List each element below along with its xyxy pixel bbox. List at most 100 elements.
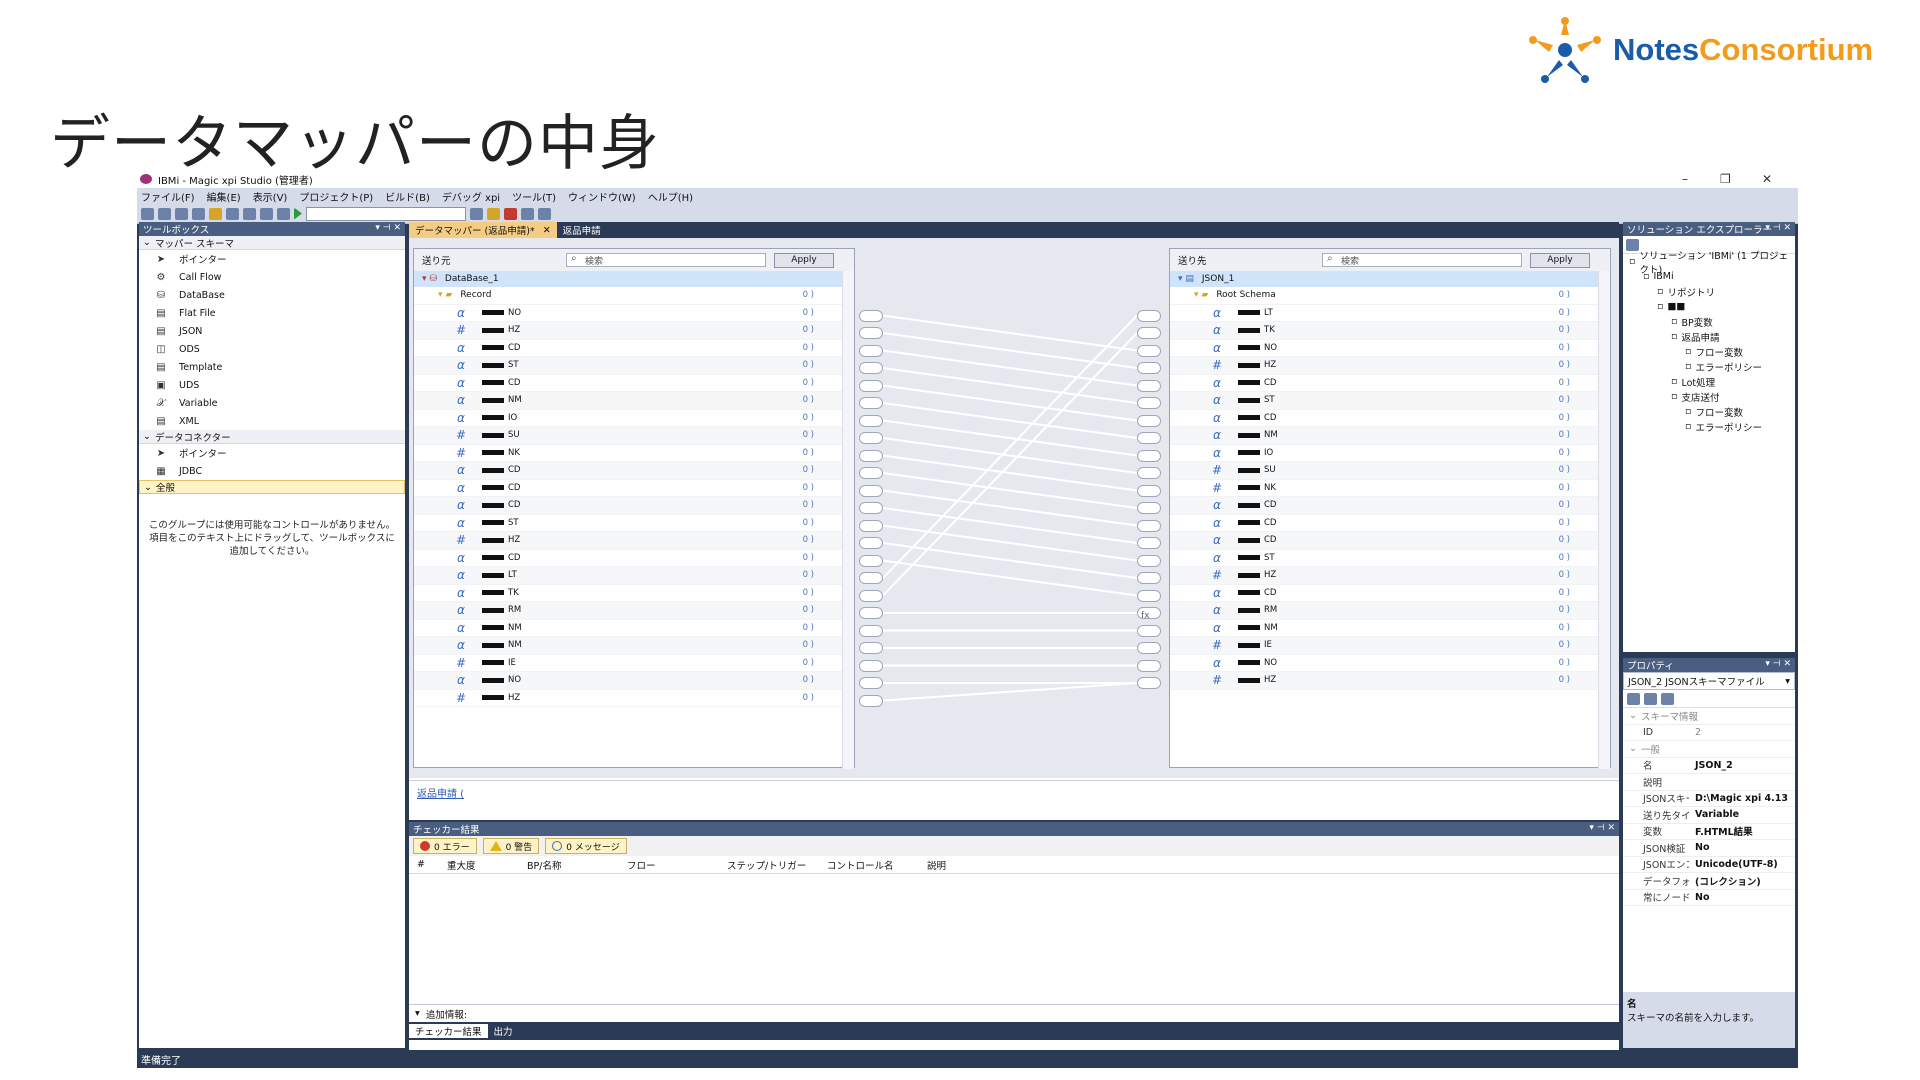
solution-tree-item[interactable]: ▫ エラーポリシー	[1623, 419, 1795, 434]
source-port[interactable]	[859, 467, 883, 479]
toolbox-item[interactable]: ▣ UDS	[139, 376, 405, 394]
target-port[interactable]	[1137, 642, 1161, 654]
field-row[interactable]: α CD 0 )	[414, 340, 854, 357]
solution-tree-item[interactable]: ▫ リポジトリ	[1623, 284, 1795, 299]
property-row[interactable]: JSON検証 No	[1623, 840, 1795, 857]
source-record-node[interactable]: ▾ ▰ Record 0 )	[414, 287, 854, 305]
source-port[interactable]	[859, 677, 883, 689]
find-icon[interactable]	[470, 207, 483, 220]
field-row[interactable]: # IE 0 )	[414, 655, 854, 672]
save-icon[interactable]	[175, 207, 188, 220]
field-row[interactable]: # IE 0 )	[1170, 637, 1610, 655]
close-button[interactable]: ✕	[1762, 172, 1772, 186]
menu-item[interactable]: ツール(T)	[512, 189, 556, 204]
field-row[interactable]: α NO 0 )	[1170, 655, 1610, 672]
toolbox-item[interactable]: ➤ ポインター	[139, 250, 405, 268]
menu-item[interactable]: 表示(V)	[253, 189, 288, 204]
source-port[interactable]	[859, 572, 883, 584]
undo-icon[interactable]	[260, 207, 273, 220]
field-row[interactable]: # NK 0 )	[1170, 480, 1610, 497]
toolbox-item[interactable]: ▤ XML	[139, 412, 405, 430]
source-port[interactable]	[859, 362, 883, 374]
target-port[interactable]	[1137, 677, 1161, 689]
field-row[interactable]: α TK 0 )	[1170, 322, 1610, 340]
target-port[interactable]	[1137, 309, 1161, 322]
mapping-link[interactable]	[882, 332, 1138, 369]
menu-item[interactable]: 編集(E)	[207, 189, 241, 204]
source-port[interactable]	[859, 607, 883, 619]
field-row[interactable]: # HZ 0 )	[414, 690, 854, 707]
field-row[interactable]: α NM 0 )	[1170, 427, 1610, 445]
target-port[interactable]	[1137, 397, 1161, 409]
menu-item[interactable]: ヘルプ(H)	[648, 189, 693, 204]
solution-tree-item[interactable]: ▫ 支店送付	[1623, 389, 1795, 404]
toolbox-item[interactable]: ⛁ DataBase	[139, 286, 405, 304]
property-value[interactable]: F.HTML結果	[1689, 824, 1795, 838]
prop-section-general[interactable]: ⌄ 一般	[1623, 741, 1795, 758]
field-row[interactable]: α NO 0 )	[1170, 340, 1610, 357]
menu-item[interactable]: ウィンドウ(W)	[568, 189, 636, 204]
mapping-link[interactable]	[882, 314, 1138, 352]
target-port[interactable]	[1137, 572, 1161, 584]
source-port[interactable]	[859, 502, 883, 514]
target-port[interactable]	[1137, 519, 1161, 532]
properties-icon[interactable]	[487, 207, 500, 220]
run-icon[interactable]	[294, 207, 302, 220]
prop-section-schema[interactable]: ⌄ スキーマ情報	[1623, 708, 1795, 725]
target-port[interactable]	[1137, 502, 1161, 514]
target-port[interactable]	[1137, 554, 1161, 567]
categorized-icon[interactable]	[1627, 692, 1640, 705]
source-port[interactable]	[859, 449, 883, 462]
properties-icon[interactable]	[1626, 239, 1639, 251]
solution-tree-item[interactable]: ▫ Lot処理	[1623, 374, 1795, 389]
toolbox-item[interactable]: ◫ ODS	[139, 340, 405, 358]
grid-icon[interactable]	[538, 207, 551, 220]
solution-tree-item[interactable]: ▫ ソリューション 'IBMi' (1 プロジェクト)	[1623, 251, 1795, 276]
target-port[interactable]	[1137, 589, 1161, 602]
field-row[interactable]: # HZ 0 )	[1170, 672, 1610, 690]
menu-item[interactable]: プロジェクト(P)	[299, 189, 373, 204]
close-tab-icon[interactable]: ✕	[543, 225, 551, 236]
target-port[interactable]	[1137, 449, 1161, 462]
field-row[interactable]: α CD 0 )	[414, 480, 854, 497]
field-row[interactable]: # SU 0 )	[1170, 462, 1610, 480]
pin-icon[interactable]: ▾ ⊣ ✕	[1765, 659, 1791, 669]
field-row[interactable]: α CD 0 )	[1170, 410, 1610, 427]
field-row[interactable]: α CD 0 )	[1170, 497, 1610, 515]
pin-icon[interactable]: ▾ ⊣ ✕	[1589, 823, 1615, 833]
copy-icon[interactable]	[226, 207, 239, 220]
field-row[interactable]: # HZ 0 )	[1170, 357, 1610, 375]
target-search-input[interactable]: 検索	[1322, 253, 1522, 267]
checker-column-header[interactable]: コントロール名	[819, 858, 919, 872]
save-all-icon[interactable]	[192, 207, 205, 220]
field-row[interactable]: α CD 0 )	[414, 550, 854, 567]
property-value[interactable]: JSON_2	[1689, 760, 1795, 771]
field-row[interactable]: α CD 0 )	[1170, 515, 1610, 532]
property-value[interactable]: D:\Magic xpi 4.13	[1689, 793, 1795, 804]
field-row[interactable]: α RM 0 )	[1170, 602, 1610, 620]
target-apply-button[interactable]: Apply	[1530, 253, 1590, 268]
source-port[interactable]	[859, 414, 883, 427]
field-row[interactable]: # SU 0 )	[414, 427, 854, 445]
tab-return-request[interactable]: 返品申請	[557, 222, 607, 238]
toolbox-item[interactable]: 𝒳 Variable	[139, 394, 405, 412]
property-row[interactable]: 名 JSON_2	[1623, 758, 1795, 774]
tools-icon[interactable]	[504, 207, 517, 220]
source-port[interactable]	[859, 694, 883, 707]
property-value[interactable]: Unicode(UTF-8)	[1689, 859, 1795, 870]
source-port[interactable]	[859, 379, 883, 392]
target-port[interactable]	[1137, 484, 1161, 497]
target-scrollbar[interactable]	[1598, 271, 1610, 769]
source-port[interactable]	[859, 397, 883, 409]
property-value[interactable]: (コレクション)	[1689, 874, 1795, 888]
toolbox-item[interactable]: ▤ Flat File	[139, 304, 405, 322]
checker-column-header[interactable]: #	[409, 859, 439, 870]
toolbox-item[interactable]: ▤ JSON	[139, 322, 405, 340]
field-row[interactable]: α CD 0 )	[1170, 585, 1610, 602]
source-port[interactable]	[859, 344, 883, 357]
target-port[interactable]	[1137, 379, 1161, 392]
field-row[interactable]: α ST 0 )	[1170, 392, 1610, 410]
pin-icon[interactable]: ▾ ⊣ ✕	[1765, 223, 1791, 233]
property-row[interactable]: JSONエンコーデUnicode(UTF-8)	[1623, 857, 1795, 873]
toolbox-group-general[interactable]: ⌄ 全般	[139, 480, 405, 494]
